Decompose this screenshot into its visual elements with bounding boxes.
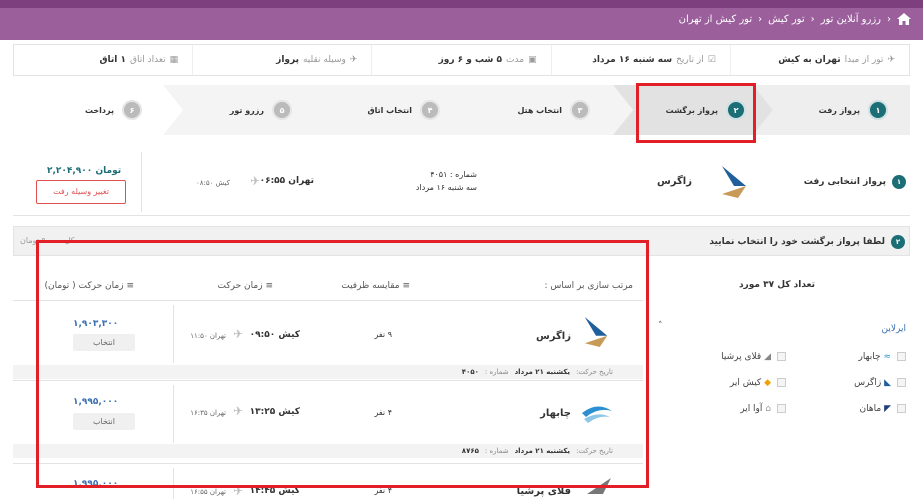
plane-icon: ✈ xyxy=(250,174,261,188)
breadcrumb-item[interactable]: تور کیش xyxy=(768,14,804,25)
plane-icon: ✈ xyxy=(349,55,358,65)
step-outbound-flight[interactable]: ۱ پرواز رفت xyxy=(819,85,888,135)
rooms-label: تعداد اتاق xyxy=(130,55,166,65)
selected-departure: تهران ۰۶:۵۵ xyxy=(259,176,314,186)
section-number: ۲ xyxy=(891,235,905,249)
step-number: ۶ xyxy=(122,100,142,120)
filter-mahan[interactable]: ◤ ماهان xyxy=(860,404,906,414)
change-outbound-button[interactable]: تغییر وسیله رفت xyxy=(36,180,126,204)
highlight-box xyxy=(636,83,756,143)
vehicle-info: ✈ وسیله نقلیه پرواز xyxy=(192,45,371,75)
step-number: ۴ xyxy=(420,100,440,120)
filter-zagros[interactable]: ◣ زاگرس xyxy=(854,378,906,388)
filter-label: کیش ایر xyxy=(729,378,762,388)
filter-label: زاگرس xyxy=(854,378,882,388)
tour-info-bar: ✈ تور از مبدا تهران به کیش ☑ از تاریخ سه… xyxy=(13,44,910,76)
vehicle-value: پرواز xyxy=(276,55,299,65)
zagros-logo-icon: ◣ xyxy=(884,378,891,388)
duration-label: مدت xyxy=(506,55,525,65)
ava-air-logo-icon: ⌂ xyxy=(765,404,771,414)
step-label: پرداخت xyxy=(84,105,114,115)
selected-flight-number: شماره : ۴۰۵۱ xyxy=(430,170,477,179)
top-bar: ‹ رزرو آنلاین تور ‹ تور کیش ‹ تور کیش از… xyxy=(0,0,923,40)
chevron-left-icon: ‹ xyxy=(758,13,763,25)
arrival-time: تهران ۱۶:۵۵ xyxy=(190,488,226,496)
step-hotel[interactable]: ۳ انتخاب هتل xyxy=(517,85,590,135)
step-payment[interactable]: ۶ پرداخت xyxy=(85,85,142,135)
return-section-heading: ۲ لطفا پرواز برگشت خود را انتخاب نمایید xyxy=(709,235,905,249)
selected-flight-date: سه شنبه ۱۶ مرداد xyxy=(415,183,477,192)
chevron-up-icon[interactable]: ˄ xyxy=(658,321,663,331)
step-label: رزرو تور xyxy=(229,105,264,115)
selected-flight-row: ۱ پرواز انتخابی رفت زاگرس شماره : ۴۰۵۱ س… xyxy=(13,150,910,216)
section-title: پرواز انتخابی رفت xyxy=(803,177,886,187)
section-title: لطفا پرواز برگشت خود را انتخاب نمایید xyxy=(709,237,885,247)
origin-value: تهران به کیش xyxy=(778,55,841,65)
selected-arrival: کیش ۰۸:۵۰ xyxy=(195,179,230,187)
fly-persia-logo-icon: ◢ xyxy=(764,352,771,362)
airline-filter-title[interactable]: ایرلاین xyxy=(882,324,906,334)
step-room[interactable]: ۴ انتخاب اتاق xyxy=(367,85,440,135)
selected-flight-heading: ۱ پرواز انتخابی رفت xyxy=(804,175,906,189)
chevron-left-icon: ‹ xyxy=(887,13,891,25)
checkbox[interactable] xyxy=(777,404,786,413)
breadcrumb-item[interactable]: رزرو آنلاین تور xyxy=(821,14,881,25)
rooms-value: ۱ اتاق xyxy=(99,55,126,65)
filter-chabahar[interactable]: ≈ چابهار xyxy=(859,352,906,362)
duration-info: ▣ مدت ۵ شب و ۶ روز xyxy=(371,45,550,75)
step-label: انتخاب هتل xyxy=(517,105,562,115)
filter-label: چابهار xyxy=(858,352,881,362)
breadcrumb: ‹ رزرو آنلاین تور ‹ تور کیش ‹ تور کیش از… xyxy=(679,13,911,25)
calendar-icon: ▣ xyxy=(528,55,537,65)
origin-info: ✈ تور از مبدا تهران به کیش xyxy=(729,45,909,75)
results-total: تعداد کل ۳۷ مورد xyxy=(738,280,815,290)
calendar-check-icon: ☑ xyxy=(707,55,716,65)
mahan-logo-icon: ◤ xyxy=(884,404,891,414)
filter-label: ماهان xyxy=(859,404,882,414)
step-number: ۵ xyxy=(272,100,292,120)
step-label: انتخاب اتاق xyxy=(367,105,412,115)
date-label: از تاریخ xyxy=(676,55,704,65)
selected-airline-name: زاگرس xyxy=(656,176,692,187)
booking-steps: ۱ پرواز رفت ۲ پرواز برگشت ۳ انتخاب هتل ۴… xyxy=(13,85,910,135)
vehicle-label: وسیله نقلیه xyxy=(302,55,346,65)
date-info: ☑ از تاریخ سه شنبه ۱۶ مرداد xyxy=(550,45,730,75)
filter-label: آوا ایر xyxy=(740,404,763,414)
kish-air-logo-icon: ◆ xyxy=(764,378,771,388)
duration-value: ۵ شب و ۶ روز xyxy=(438,55,503,65)
checkbox[interactable] xyxy=(897,378,906,387)
zagros-logo-icon xyxy=(722,166,746,198)
step-number: ۳ xyxy=(570,100,590,120)
checkbox[interactable] xyxy=(897,352,906,361)
top-stripe xyxy=(0,0,923,8)
divider xyxy=(141,152,142,212)
breadcrumb-item: تور کیش از تهران xyxy=(678,13,753,25)
step-number: ۱ xyxy=(868,100,888,120)
checkbox[interactable] xyxy=(897,404,906,413)
checkbox[interactable] xyxy=(777,352,786,361)
filter-kish-air[interactable]: ◆ کیش ایر xyxy=(730,378,786,388)
filter-fly-persia[interactable]: ◢ قلای پرشیا xyxy=(721,352,786,362)
chabahar-logo-icon: ≈ xyxy=(883,352,891,362)
checkbox[interactable] xyxy=(777,378,786,387)
building-icon: ▦ xyxy=(169,55,179,65)
rooms-info: ▦ تعداد اتاق ۱ اتاق xyxy=(14,45,192,75)
section-number: ۱ xyxy=(892,175,906,189)
steps-background xyxy=(13,85,910,135)
highlight-box xyxy=(36,240,649,488)
date-value: سه شنبه ۱۶ مرداد xyxy=(592,55,673,65)
filter-label: قلای پرشیا xyxy=(721,352,762,362)
step-reserve[interactable]: ۵ رزرو تور xyxy=(230,85,292,135)
chevron-left-icon: ‹ xyxy=(810,13,815,25)
home-icon[interactable] xyxy=(897,13,911,25)
filter-ava-air[interactable]: ⌂ آوا ایر xyxy=(740,404,786,414)
origin-label: تور از مبدا xyxy=(844,55,884,65)
plane-icon: ✈ xyxy=(887,55,895,65)
step-label: پرواز رفت xyxy=(818,105,860,115)
selected-price: ۲,۲۰۴,۹۰۰ تومان xyxy=(47,166,122,176)
